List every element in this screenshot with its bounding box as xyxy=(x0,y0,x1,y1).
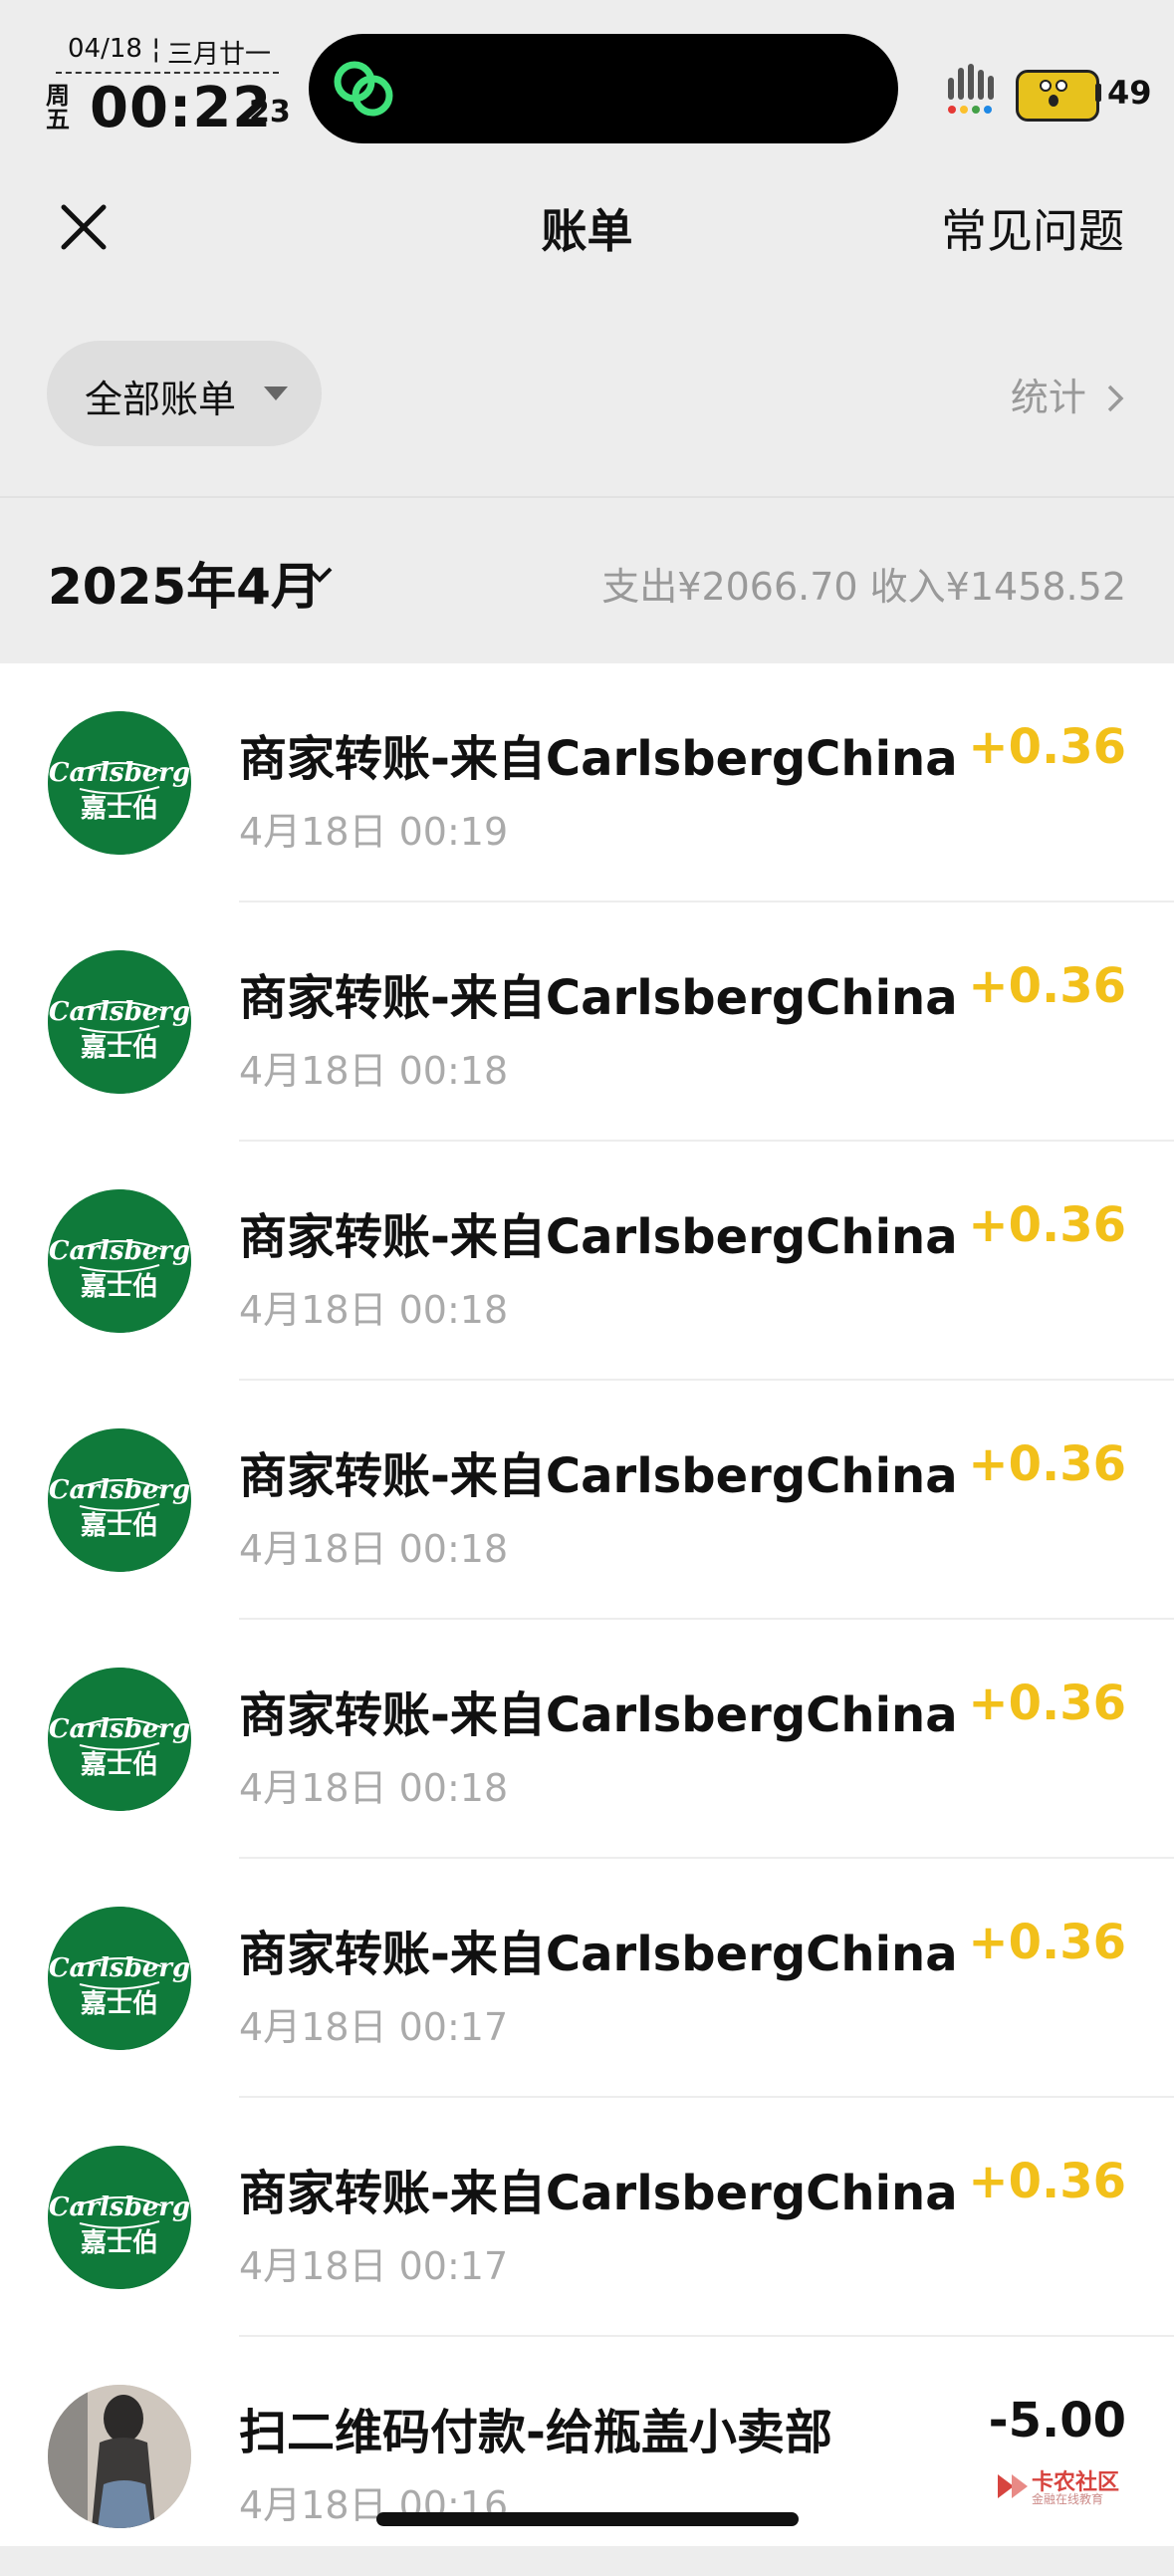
chevron-down-icon[interactable] xyxy=(305,560,335,590)
transaction-time: 4月18日 00:18 xyxy=(239,1527,509,1571)
clock-text: 00:22 xyxy=(90,76,273,140)
carlsberg-avatar: Carlsberg 嘉士伯 xyxy=(48,1189,191,1333)
status-date: 04/18 ¦ 三月廿一 xyxy=(56,32,279,74)
merchant-photo-icon xyxy=(48,2385,191,2528)
link-icon xyxy=(334,61,393,117)
bill-filter-dropdown[interactable]: 全部账单 xyxy=(47,341,322,446)
status-bar: 04/18 ¦ 三月廿一 周五 00:22 23 49 xyxy=(0,0,1174,159)
battery-face-icon xyxy=(1040,80,1067,107)
logo-brand-text: Carlsberg xyxy=(49,1475,190,1505)
logo-cn-text: 嘉士伯 xyxy=(81,1510,158,1541)
list-item[interactable]: Carlsberg 嘉士伯 商家转账-来自CarlsbergChina 4月18… xyxy=(0,1620,1174,1859)
logo-brand-text: Carlsberg xyxy=(49,1714,190,1744)
transaction-time: 4月18日 00:19 xyxy=(239,810,509,854)
list-item[interactable]: Carlsberg 嘉士伯 商家转账-来自CarlsbergChina 4月18… xyxy=(0,1381,1174,1620)
transaction-time: 4月18日 00:18 xyxy=(239,1766,509,1810)
list-item[interactable]: 扫二维码付款-给瓶盖小卖部 4月18日 00:16 -5.00 xyxy=(0,2337,1174,2576)
carlsberg-logo-icon: Carlsberg 嘉士伯 xyxy=(48,1428,191,1572)
transaction-title: 商家转账-来自CarlsbergChina xyxy=(239,731,958,787)
chevron-right-icon xyxy=(1107,385,1124,412)
carlsberg-logo-icon: Carlsberg 嘉士伯 xyxy=(48,711,191,855)
transaction-title: 商家转账-来自CarlsbergChina xyxy=(239,1448,958,1504)
home-indicator[interactable] xyxy=(376,2512,799,2526)
watermark-subtext: 金融在线教育 xyxy=(1032,2492,1104,2506)
carlsberg-avatar: Carlsberg 嘉士伯 xyxy=(48,1428,191,1572)
transaction-title: 商家转账-来自CarlsbergChina xyxy=(239,1209,958,1265)
list-item[interactable]: Carlsberg 嘉士伯 商家转账-来自CarlsbergChina 4月18… xyxy=(0,663,1174,902)
logo-brand-text: Carlsberg xyxy=(49,1953,190,1983)
transaction-title: 商家转账-来自CarlsbergChina xyxy=(239,970,958,1026)
date-text: 04/18 xyxy=(68,34,142,64)
logo-brand-text: Carlsberg xyxy=(49,1236,190,1266)
carlsberg-avatar: Carlsberg 嘉士伯 xyxy=(48,1668,191,1811)
transaction-amount: +0.36 xyxy=(968,1197,1126,1253)
weekday-text: 周五 xyxy=(46,82,70,133)
carlsberg-avatar: Carlsberg 嘉士伯 xyxy=(48,711,191,855)
transaction-time: 4月18日 00:17 xyxy=(239,2244,509,2288)
carlsberg-avatar: Carlsberg 嘉士伯 xyxy=(48,1907,191,2050)
logo-cn-text: 嘉士伯 xyxy=(81,1271,158,1302)
transaction-amount: +0.36 xyxy=(968,958,1126,1014)
lunar-date-text: 三月廿一 xyxy=(167,40,272,70)
transaction-amount: +0.36 xyxy=(968,2154,1126,2209)
faq-button[interactable]: 常见问题 xyxy=(941,195,1124,261)
transaction-time: 4月18日 00:18 xyxy=(239,1049,509,1093)
logo-brand-text: Carlsberg xyxy=(49,2192,190,2222)
logo-cn-text: 嘉士伯 xyxy=(81,793,158,824)
audio-bars-icon xyxy=(948,64,994,114)
month-summary: 支出¥2066.70 收入¥1458.52 xyxy=(601,565,1126,609)
list-item[interactable]: Carlsberg 嘉士伯 商家转账-来自CarlsbergChina 4月18… xyxy=(0,2098,1174,2337)
transaction-title: 扫二维码付款-给瓶盖小卖部 xyxy=(239,2405,832,2460)
logo-cn-text: 嘉士伯 xyxy=(81,1749,158,1780)
list-item[interactable]: Carlsberg 嘉士伯 商家转账-来自CarlsbergChina 4月18… xyxy=(0,1142,1174,1381)
transaction-amount: +0.36 xyxy=(968,1915,1126,1970)
carlsberg-avatar: Carlsberg 嘉士伯 xyxy=(48,2146,191,2289)
logo-brand-text: Carlsberg xyxy=(49,758,190,788)
dynamic-island xyxy=(309,34,898,143)
transaction-title: 商家转账-来自CarlsbergChina xyxy=(239,1927,958,1982)
transaction-time: 4月18日 00:18 xyxy=(239,1288,509,1332)
carlsberg-logo-icon: Carlsberg 嘉士伯 xyxy=(48,1668,191,1811)
transaction-amount: -5.00 xyxy=(988,2393,1126,2448)
logo-cn-text: 嘉士伯 xyxy=(81,1988,158,2019)
logo-cn-text: 嘉士伯 xyxy=(81,2227,158,2258)
logo-cn-text: 嘉士伯 xyxy=(81,1032,158,1063)
transaction-amount: +0.36 xyxy=(968,719,1126,775)
transaction-list: Carlsberg 嘉士伯 商家转账-来自CarlsbergChina 4月18… xyxy=(0,663,1174,2546)
carlsberg-avatar: Carlsberg 嘉士伯 xyxy=(48,950,191,1094)
carlsberg-logo-icon: Carlsberg 嘉士伯 xyxy=(48,1189,191,1333)
statistics-link[interactable]: 统计 xyxy=(1011,367,1126,421)
transaction-time: 4月18日 00:17 xyxy=(239,2005,509,2049)
list-item[interactable]: Carlsberg 嘉士伯 商家转账-来自CarlsbergChina 4月18… xyxy=(0,1859,1174,2098)
transaction-amount: +0.36 xyxy=(968,1436,1126,1492)
list-item[interactable]: Carlsberg 嘉士伯 商家转账-来自CarlsbergChina 4月18… xyxy=(0,902,1174,1142)
transaction-amount: +0.36 xyxy=(968,1675,1126,1731)
avatar xyxy=(48,2385,191,2528)
carlsberg-logo-icon: Carlsberg 嘉士伯 xyxy=(48,2146,191,2289)
month-selector[interactable]: 2025年4月 xyxy=(48,547,321,619)
logo-brand-text: Carlsberg xyxy=(49,997,190,1027)
clock-seconds: 23 xyxy=(249,95,291,129)
battery-level: 49 xyxy=(1107,74,1152,112)
transaction-title: 商家转账-来自CarlsbergChina xyxy=(239,2166,958,2221)
transaction-title: 商家转账-来自CarlsbergChina xyxy=(239,1687,958,1743)
carlsberg-logo-icon: Carlsberg 嘉士伯 xyxy=(48,1907,191,2050)
caret-down-icon xyxy=(264,386,288,400)
statistics-label: 统计 xyxy=(1010,376,1086,419)
filter-label: 全部账单 xyxy=(85,378,237,421)
carlsberg-logo-icon: Carlsberg 嘉士伯 xyxy=(48,950,191,1094)
